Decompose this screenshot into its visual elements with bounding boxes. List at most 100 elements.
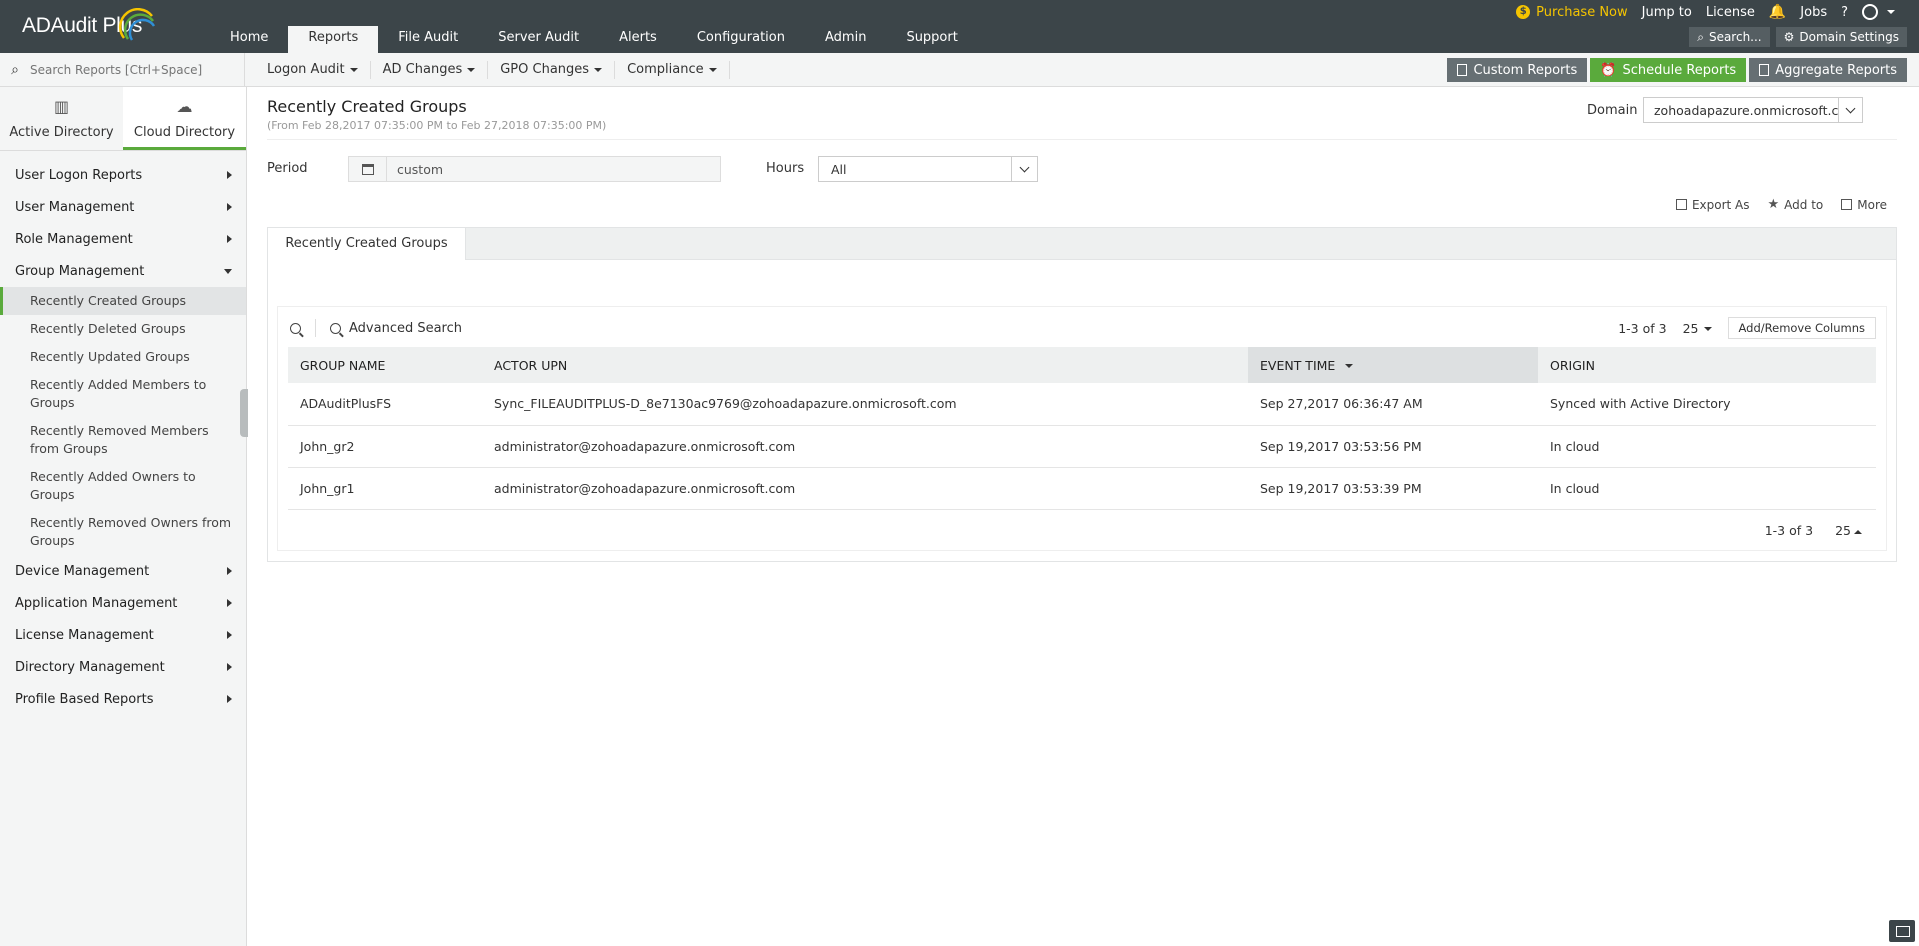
chevron-down-icon bbox=[467, 67, 476, 72]
hours-label: Hours bbox=[766, 161, 805, 176]
sidebar-subitem-recently-deleted-groups[interactable]: Recently Deleted Groups bbox=[0, 315, 246, 343]
subnav-gpo-changes[interactable]: GPO Changes bbox=[488, 61, 616, 79]
subnav-logon-audit[interactable]: Logon Audit bbox=[255, 61, 371, 79]
sidebar-item-device-management[interactable]: Device Management bbox=[0, 555, 246, 587]
hours-select[interactable]: All bbox=[818, 156, 1038, 182]
column-header-actor-upn[interactable]: ACTOR UPN bbox=[482, 347, 1248, 383]
advanced-search-button[interactable]: Advanced Search bbox=[330, 321, 462, 336]
table-row[interactable]: John_gr1 administrator@zohoadapazure.onm… bbox=[288, 467, 1876, 510]
sidebar-item-directory-management[interactable]: Directory Management bbox=[0, 651, 246, 683]
column-header-group-name[interactable]: GROUP NAME bbox=[288, 347, 482, 383]
per-page-select[interactable]: 25 bbox=[1835, 523, 1862, 538]
nav-server-audit[interactable]: Server Audit bbox=[478, 26, 599, 53]
report-actions: Export As ★ Add to More bbox=[1675, 197, 1887, 212]
sidebar-item-license-management[interactable]: License Management bbox=[0, 619, 246, 651]
report-table: GROUP NAME ACTOR UPN EVENT TIME ORIGIN A… bbox=[288, 347, 1876, 510]
nav-admin[interactable]: Admin bbox=[805, 26, 886, 53]
sidebar-item-application-management[interactable]: Application Management bbox=[0, 587, 246, 619]
chevron-right-icon bbox=[227, 235, 232, 243]
user-menu[interactable] bbox=[1862, 4, 1895, 20]
sidebar-collapse-handle[interactable] bbox=[240, 389, 248, 437]
sidebar-subitem-recently-added-owners[interactable]: Recently Added Owners to Groups bbox=[0, 463, 246, 509]
purchase-now-link[interactable]: $ Purchase Now bbox=[1516, 5, 1628, 20]
nav-alerts[interactable]: Alerts bbox=[599, 26, 677, 53]
sidebar-item-user-management[interactable]: User Management bbox=[0, 191, 246, 223]
sidebar-item-label: Profile Based Reports bbox=[15, 691, 154, 707]
add-to-label: Add to bbox=[1784, 197, 1824, 212]
server-icon: ▥ bbox=[53, 97, 70, 116]
quick-search-icon[interactable] bbox=[290, 322, 301, 334]
cell-event-time: Sep 27,2017 06:36:47 AM bbox=[1248, 383, 1538, 426]
aggregate-reports-button[interactable]: Aggregate Reports bbox=[1749, 58, 1907, 82]
add-to-button[interactable]: ★ Add to bbox=[1768, 197, 1824, 212]
cell-event-time: Sep 19,2017 03:53:56 PM bbox=[1248, 425, 1538, 468]
sidebar-subitem-recently-created-groups[interactable]: Recently Created Groups bbox=[0, 287, 246, 315]
nav-configuration[interactable]: Configuration bbox=[677, 26, 805, 53]
chevron-right-icon bbox=[227, 663, 232, 671]
sidebar-item-label: Application Management bbox=[15, 595, 178, 611]
aggregate-reports-label: Aggregate Reports bbox=[1775, 62, 1897, 78]
tab-recently-created-groups[interactable]: Recently Created Groups bbox=[268, 228, 466, 260]
sidebar-item-profile-based-reports[interactable]: Profile Based Reports bbox=[0, 683, 246, 715]
table-row[interactable]: ADAuditPlusFS Sync_FILEAUDITPLUS-D_8e713… bbox=[288, 383, 1876, 426]
period-value: custom bbox=[397, 162, 444, 177]
add-remove-columns-button[interactable]: Add/Remove Columns bbox=[1727, 317, 1876, 339]
search-tools: Advanced Search bbox=[290, 319, 462, 337]
chevron-up-icon bbox=[1854, 529, 1862, 534]
report-table-container: Advanced Search 1-3 of 3 25 Add/Remove C… bbox=[277, 306, 1887, 551]
sidebar-item-role-management[interactable]: Role Management bbox=[0, 223, 246, 255]
global-search-label: Search... bbox=[1708, 30, 1762, 44]
user-icon bbox=[1862, 4, 1878, 20]
period-field[interactable]: custom bbox=[348, 156, 721, 182]
pager-top: 1-3 of 3 25 Add/Remove Columns bbox=[1618, 317, 1876, 339]
sidebar-subitem-recently-added-members[interactable]: Recently Added Members to Groups bbox=[0, 371, 246, 417]
cell-origin: In cloud bbox=[1538, 467, 1876, 510]
schedule-reports-button[interactable]: ⏰ Schedule Reports bbox=[1590, 58, 1747, 82]
subnav-ad-changes[interactable]: AD Changes bbox=[371, 61, 489, 79]
jobs-link[interactable]: Jobs bbox=[1800, 5, 1827, 20]
report-panel: Recently Created Groups Advanced Search … bbox=[267, 227, 1897, 562]
license-link[interactable]: License bbox=[1706, 5, 1755, 20]
sort-desc-icon bbox=[1345, 364, 1354, 368]
export-as-button[interactable]: Export As bbox=[1675, 197, 1750, 212]
sidebar-subitem-recently-removed-members[interactable]: Recently Removed Members from Groups bbox=[0, 417, 246, 463]
calendar-icon[interactable] bbox=[349, 157, 387, 181]
global-search-button[interactable]: ⌕ Search... bbox=[1689, 27, 1770, 47]
nav-home[interactable]: Home bbox=[210, 26, 288, 53]
column-header-event-time-label: EVENT TIME bbox=[1260, 357, 1336, 373]
cell-event-time: Sep 19,2017 03:53:39 PM bbox=[1248, 467, 1538, 510]
jump-to-link[interactable]: Jump to bbox=[1642, 5, 1692, 20]
nav-file-audit[interactable]: File Audit bbox=[378, 26, 478, 53]
domain-settings-button[interactable]: ⚙ Domain Settings bbox=[1775, 27, 1907, 47]
cell-actor-upn: administrator@zohoadapazure.onmicrosoft.… bbox=[482, 425, 1248, 468]
sidebar-item-group-management[interactable]: Group Management bbox=[0, 255, 246, 287]
more-button[interactable]: More bbox=[1841, 197, 1887, 212]
column-header-origin[interactable]: ORIGIN bbox=[1538, 347, 1876, 383]
sidebar-subitem-recently-updated-groups[interactable]: Recently Updated Groups bbox=[0, 343, 246, 371]
cell-actor-upn: administrator@zohoadapazure.onmicrosoft.… bbox=[482, 467, 1248, 510]
cell-group-name: ADAuditPlusFS bbox=[288, 383, 482, 426]
chevron-down-icon bbox=[224, 268, 232, 274]
nav-support[interactable]: Support bbox=[886, 26, 977, 53]
custom-reports-button[interactable]: Custom Reports bbox=[1447, 58, 1588, 82]
chat-icon[interactable] bbox=[1889, 920, 1915, 942]
help-link[interactable]: ? bbox=[1841, 5, 1848, 20]
nav-reports[interactable]: Reports bbox=[288, 26, 379, 53]
sidebar-item-user-logon-reports[interactable]: User Logon Reports bbox=[0, 159, 246, 191]
tab-active-directory[interactable]: ▥ Active Directory bbox=[0, 87, 123, 150]
domain-label: Domain bbox=[1587, 103, 1638, 118]
domain-select[interactable]: zohoadapazure.onmicrosoft.com bbox=[1643, 97, 1863, 123]
document-icon bbox=[1759, 64, 1770, 76]
report-search-input[interactable] bbox=[30, 63, 230, 77]
column-header-event-time[interactable]: EVENT TIME bbox=[1248, 347, 1538, 383]
subnav-compliance[interactable]: Compliance bbox=[615, 61, 730, 79]
sidebar-subitem-recently-removed-owners[interactable]: Recently Removed Owners from Groups bbox=[0, 509, 246, 555]
tab-cloud-directory[interactable]: ☁ Cloud Directory bbox=[123, 87, 246, 150]
bell-icon[interactable]: 🔔 bbox=[1769, 4, 1786, 20]
report-search: ⌕ bbox=[0, 53, 245, 87]
top-tools: ⌕ Search... ⚙ Domain Settings bbox=[1689, 27, 1907, 47]
top-links: $ Purchase Now Jump to License 🔔 Jobs ? bbox=[1516, 4, 1895, 20]
per-page-select[interactable]: 25 bbox=[1683, 321, 1712, 336]
document-icon bbox=[1457, 64, 1468, 76]
table-row[interactable]: John_gr2 administrator@zohoadapazure.onm… bbox=[288, 425, 1876, 468]
